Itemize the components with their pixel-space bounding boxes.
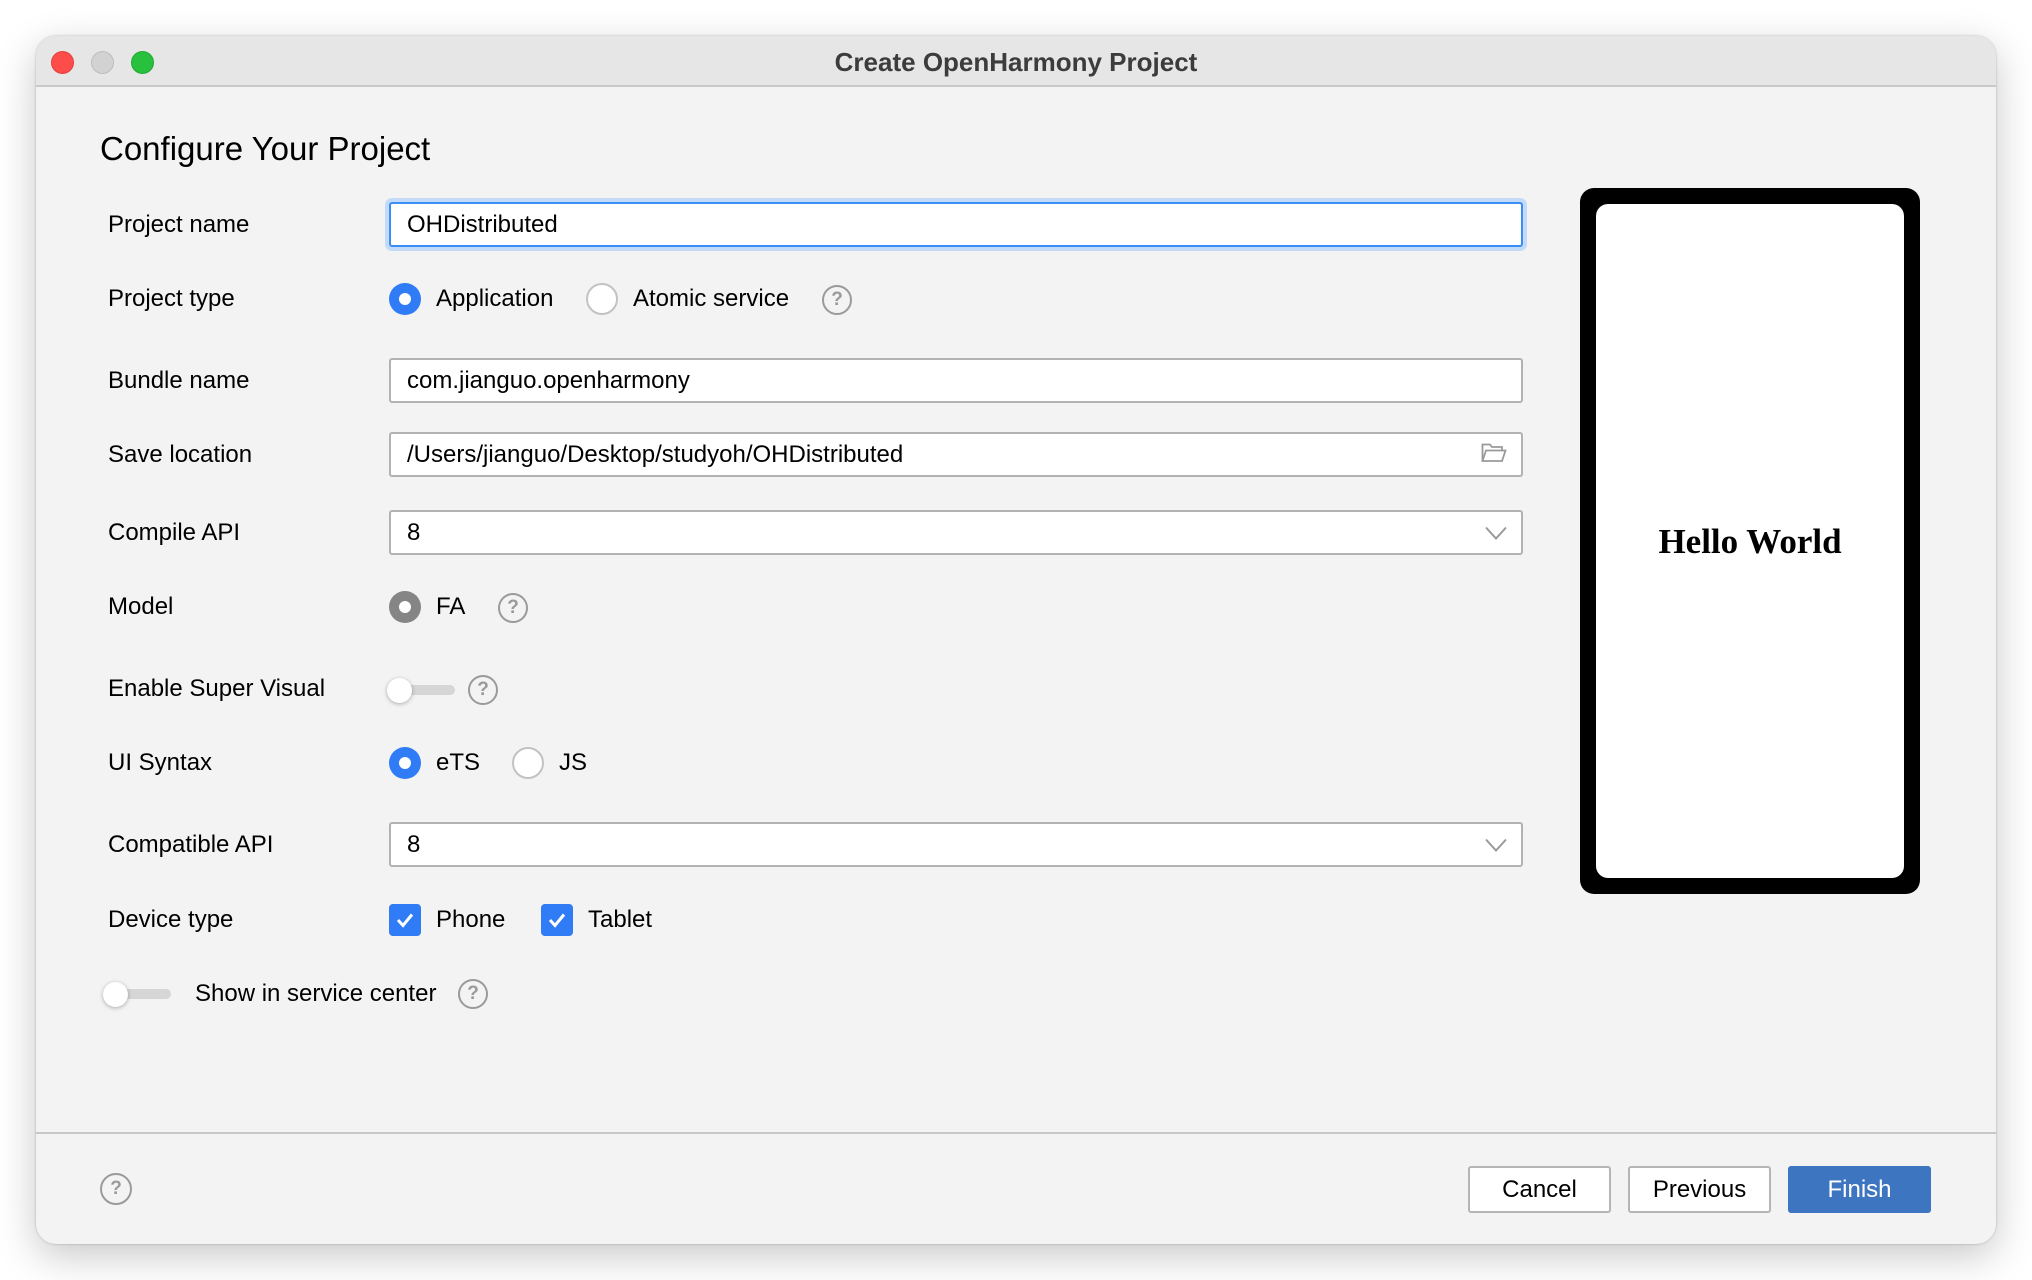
bundle-name-input[interactable] — [389, 358, 1523, 403]
device-type-tablet-checkbox[interactable] — [541, 904, 573, 936]
bundle-name-label: Bundle name — [108, 367, 250, 394]
project-type-application-label[interactable]: Application — [436, 285, 553, 313]
compatible-api-label: Compatible API — [108, 831, 274, 858]
device-type-label: Device type — [108, 906, 234, 933]
footer-divider — [36, 1132, 1996, 1134]
ui-syntax-label: UI Syntax — [108, 749, 213, 776]
title-bar: Create OpenHarmony Project — [36, 36, 1996, 87]
project-type-atomic-service-radio[interactable] — [586, 283, 618, 315]
chevron-down-icon[interactable] — [1485, 824, 1507, 865]
device-type-tablet-label[interactable]: Tablet — [588, 906, 652, 934]
project-type-atomic-service-label[interactable]: Atomic service — [633, 285, 789, 313]
show-in-service-center-toggle[interactable] — [103, 979, 173, 1009]
chevron-down-icon[interactable] — [1485, 512, 1507, 553]
device-type-phone-checkbox[interactable] — [389, 904, 421, 936]
model-fa-label[interactable]: FA — [436, 593, 465, 621]
toggle-knob[interactable] — [103, 982, 128, 1007]
compile-api-select[interactable]: 8 — [389, 510, 1523, 555]
project-name-input[interactable] — [389, 202, 1523, 247]
question-circle-icon[interactable]: ? — [822, 285, 852, 315]
compile-api-value: 8 — [407, 519, 421, 546]
save-location-label: Save location — [108, 441, 253, 468]
page-heading: Configure Your Project — [100, 130, 431, 167]
question-circle-icon[interactable]: ? — [458, 979, 488, 1009]
toggle-knob[interactable] — [387, 678, 412, 703]
finish-button[interactable]: Finish — [1788, 1166, 1931, 1213]
checkmark-icon — [396, 913, 414, 928]
question-circle-icon[interactable]: ? — [100, 1173, 132, 1205]
model-label: Model — [108, 593, 174, 620]
compile-api-label: Compile API — [108, 519, 241, 546]
enable-super-visual-toggle[interactable] — [387, 675, 457, 705]
ui-syntax-js-radio[interactable] — [512, 747, 544, 779]
question-circle-icon[interactable]: ? — [468, 675, 498, 705]
ui-syntax-ets-label[interactable]: eTS — [436, 749, 480, 777]
save-location-input[interactable]: /Users/jianguo/Desktop/studyoh/OHDistrib… — [389, 432, 1523, 477]
cancel-button[interactable]: Cancel — [1468, 1166, 1611, 1213]
window-title: Create OpenHarmony Project — [834, 47, 1198, 77]
ui-syntax-ets-radio[interactable] — [389, 747, 421, 779]
question-circle-icon[interactable]: ? — [498, 593, 528, 623]
dialog-window: Create OpenHarmony Project Configure You… — [36, 36, 1996, 1244]
folder-open-icon[interactable] — [1481, 434, 1507, 475]
compatible-api-value: 8 — [407, 831, 421, 858]
compatible-api-select[interactable]: 8 — [389, 822, 1523, 867]
project-type-application-radio[interactable] — [389, 283, 421, 315]
model-fa-radio[interactable] — [389, 591, 421, 623]
device-type-phone-label[interactable]: Phone — [436, 906, 505, 934]
save-location-value: /Users/jianguo/Desktop/studyoh/OHDistrib… — [407, 441, 904, 468]
show-in-service-center-label: Show in service center — [195, 980, 437, 1007]
project-type-label: Project type — [108, 285, 235, 312]
ui-syntax-js-label[interactable]: JS — [559, 749, 587, 777]
preview-text: Hello World — [1658, 522, 1842, 561]
enable-super-visual-label: Enable Super Visual — [108, 675, 326, 702]
project-name-label: Project name — [108, 211, 250, 238]
previous-button[interactable]: Previous — [1628, 1166, 1771, 1213]
checkmark-icon — [548, 913, 566, 928]
device-preview: Hello World — [1580, 188, 1920, 894]
device-preview-screen: Hello World — [1596, 204, 1904, 878]
